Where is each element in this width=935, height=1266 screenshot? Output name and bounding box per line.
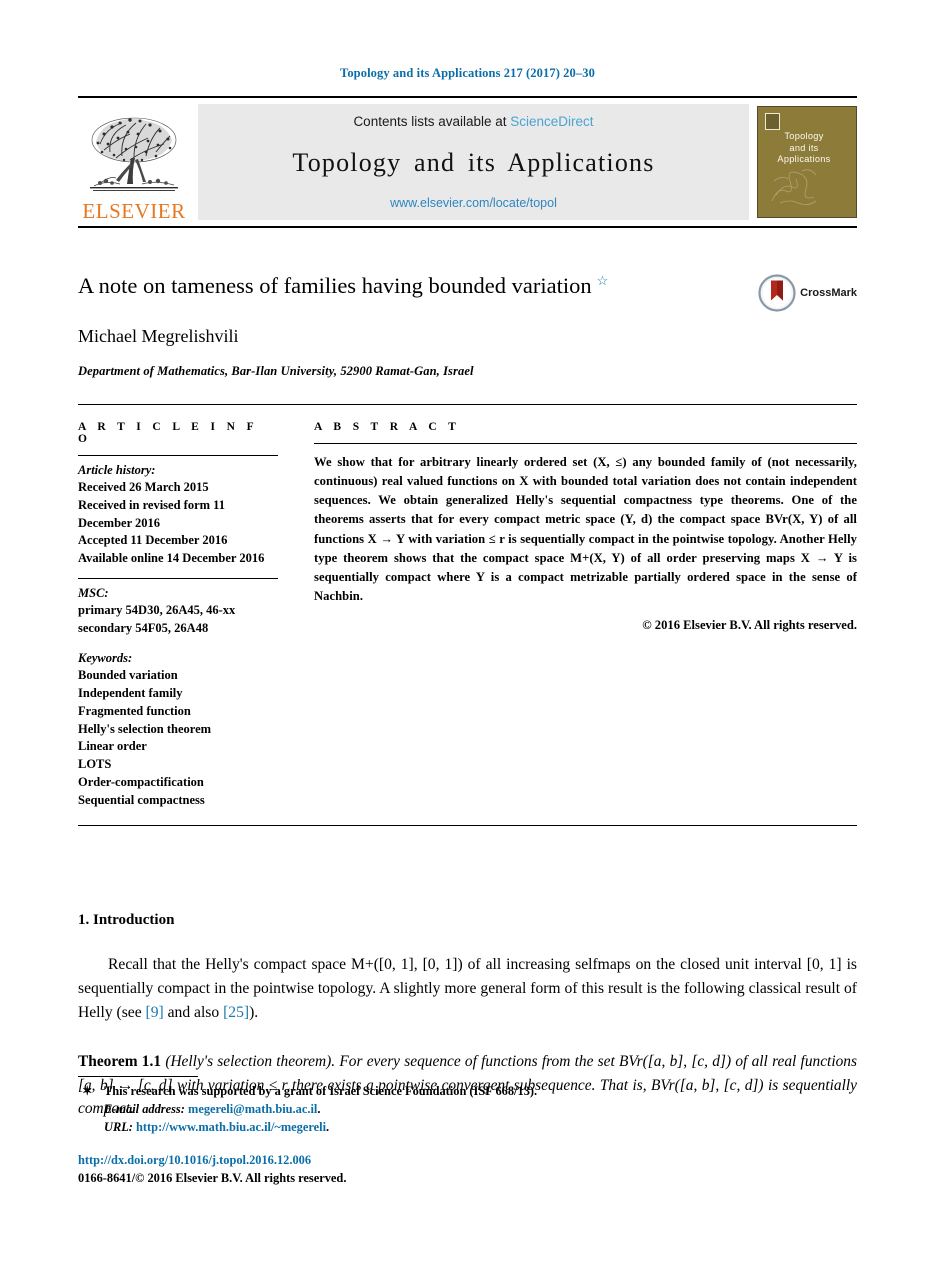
abstract-text: We show that for arbitrary linearly orde… <box>314 455 857 603</box>
abstract-divider <box>314 443 857 444</box>
crossmark-badge[interactable]: CrossMark <box>758 274 857 312</box>
journal-homepage-link[interactable]: www.elsevier.com/locate/topol <box>390 196 557 210</box>
info-abstract-section: A R T I C L E I N F O Article history: R… <box>78 404 857 809</box>
abstract-heading: A B S T R A C T <box>314 421 461 433</box>
crossmark-label: CrossMark <box>800 287 857 299</box>
footnote-star-icon: ✶ <box>82 1084 93 1099</box>
keyword-item: Independent family <box>78 686 183 700</box>
history-item: Received in revised form 11 <box>78 497 225 512</box>
journal-title: Topology and its Applications <box>292 147 655 177</box>
author-url-link[interactable]: http://www.math.biu.ac.il/~megereli <box>136 1120 326 1134</box>
info-abstract-bottom-divider <box>78 825 857 827</box>
info-divider-top <box>78 455 278 456</box>
theorem-label: Theorem 1.1 <box>78 1053 162 1071</box>
msc-item: secondary 54F05, 26A48 <box>78 620 209 635</box>
history-item: December 2016 <box>78 515 161 530</box>
cover-artwork <box>771 169 817 205</box>
keyword-item: Sequential compactness <box>78 792 205 807</box>
crossmark-icon <box>758 274 796 312</box>
keyword-item: Bounded variation <box>78 668 178 683</box>
email-label: E-mail address: <box>104 1102 185 1117</box>
cover-elsevier-mini-logo <box>765 113 780 130</box>
elsevier-tree-icon <box>90 117 178 191</box>
journal-masthead: ELSEVIER Contents lists available at Sci… <box>78 96 857 228</box>
author-name: Michael Megrelishvili <box>78 326 239 347</box>
abstract-copyright: © 2016 Elsevier B.V. All rights reserved… <box>642 618 857 633</box>
footnote-email: E-mail address: megereli@math.biu.ac.il. <box>104 1102 321 1117</box>
introduction-paragraph: Recall that the Helly's compact space M+… <box>78 953 857 1024</box>
keyword-item: Linear order <box>78 739 147 754</box>
contents-prefix-text: Contents lists available at <box>353 114 511 129</box>
article-info-heading: A R T I C L E I N F O <box>78 421 258 445</box>
elsevier-wordmark: ELSEVIER <box>82 199 186 223</box>
contents-available-line: Contents lists available at ScienceDirec… <box>353 114 593 129</box>
citation-link[interactable]: [9] <box>146 1004 164 1021</box>
history-item: Accepted 11 December 2016 <box>78 533 228 548</box>
footnote-grant: ✶ This research was supported by a grant… <box>78 1083 857 1101</box>
keyword-item: Order-compactification <box>78 774 204 789</box>
paper-title-text: A note on tameness of families having bo… <box>78 273 592 298</box>
page-title: A note on tameness of families having bo… <box>78 272 857 300</box>
paragraph-text-part3: ). <box>249 1003 259 1021</box>
running-head: Topology and its Applications 217 (2017)… <box>340 66 595 80</box>
journal-banner: Contents lists available at ScienceDirec… <box>198 104 749 220</box>
article-page: Topology and its Applications 217 (2017)… <box>0 0 935 1266</box>
footnote-block: ✶ This research was supported by a grant… <box>78 1076 857 1188</box>
msc-item: primary 54D30, 26A45, 46-xx <box>78 602 236 617</box>
email-link[interactable]: megereli@math.biu.ac.il <box>188 1102 317 1116</box>
elsevier-logo: ELSEVIER <box>78 98 190 226</box>
keyword-item: Fragmented function <box>78 703 191 718</box>
keywords-label: Keywords: <box>78 651 133 666</box>
url-label: URL: <box>104 1120 133 1135</box>
sciencedirect-link[interactable]: ScienceDirect <box>510 114 593 129</box>
title-footnote-star-icon[interactable]: ☆ <box>597 273 609 288</box>
issn-copyright-line: 0166-8641/© 2016 Elsevier B.V. All right… <box>78 1171 347 1186</box>
author-affiliation: Department of Mathematics, Bar-Ilan Univ… <box>78 364 474 379</box>
doi-block: http://dx.doi.org/10.1016/j.topol.2016.1… <box>78 1152 857 1188</box>
footnote-divider <box>78 1076 198 1078</box>
abstract-column: A B S T R A C T We show that for arbitra… <box>308 421 857 809</box>
keyword-item: Helly's selection theorem <box>78 721 212 736</box>
footnote-grant-text: This research was supported by a grant o… <box>104 1084 538 1099</box>
paragraph-text-part2: and also <box>163 1003 224 1021</box>
title-block: A note on tameness of families having bo… <box>78 272 857 382</box>
article-history-label: Article history: <box>78 463 156 477</box>
history-item: Available online 14 December 2016 <box>78 551 265 565</box>
info-divider-msc <box>78 577 278 579</box>
citation-link[interactable]: [25] <box>223 1004 249 1021</box>
footnote-url: URL: http://www.math.biu.ac.il/~megereli… <box>104 1120 330 1135</box>
section-heading-introduction: 1. Introduction <box>78 912 175 929</box>
article-info-column: A R T I C L E I N F O Article history: R… <box>78 421 308 809</box>
journal-cover-thumbnail[interactable]: Topology and its Applications <box>757 106 857 218</box>
history-item: Received 26 March 2015 <box>78 480 209 494</box>
keyword-item: LOTS <box>78 757 112 771</box>
msc-label: MSC: <box>78 585 109 600</box>
doi-link[interactable]: http://dx.doi.org/10.1016/j.topol.2016.1… <box>78 1152 857 1170</box>
